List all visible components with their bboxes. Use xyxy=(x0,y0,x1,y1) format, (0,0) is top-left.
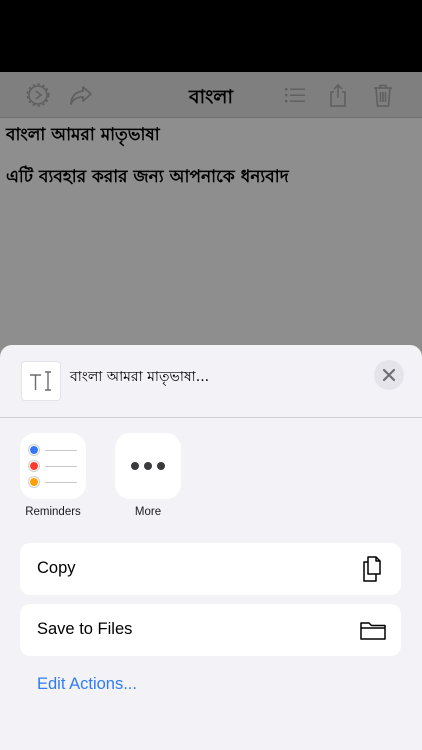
share-app-reminders[interactable]: Reminders xyxy=(8,433,98,518)
copy-action[interactable]: Copy xyxy=(20,543,401,595)
copy-action-label: Copy xyxy=(37,559,76,577)
folder-icon xyxy=(359,616,387,644)
share-app-label: Reminders xyxy=(25,506,81,518)
trash-icon[interactable] xyxy=(370,82,396,108)
list-icon[interactable] xyxy=(282,82,308,108)
more-icon xyxy=(115,433,181,499)
close-icon xyxy=(382,368,396,382)
edit-actions-link[interactable]: Edit Actions... xyxy=(37,675,137,694)
document-line-1: বাংলা আমরা মাতৃভাষা xyxy=(6,125,160,145)
toolbar: বাংলা xyxy=(0,72,422,118)
close-button[interactable] xyxy=(374,360,404,390)
text-document-icon xyxy=(21,361,61,401)
copy-icon xyxy=(359,555,387,583)
share-app-label: More xyxy=(134,506,162,518)
toolbar-title: বাংলা xyxy=(189,86,233,108)
save-to-files-action[interactable]: Save to Files xyxy=(20,604,401,656)
reminders-icon xyxy=(20,433,86,499)
share-preview-title: বাংলা আমরা মাতৃভাষা... xyxy=(70,369,210,385)
share-sheet-header: বাংলা আমরা মাতৃভাষা... xyxy=(0,345,422,418)
export-icon[interactable] xyxy=(325,82,351,108)
share-apps-row: Reminders More xyxy=(0,433,422,523)
document-line-2: এটি ব্যবহার করার জন্য আপনাকে ধন্যবাদ xyxy=(6,167,289,187)
save-to-files-label: Save to Files xyxy=(37,620,133,638)
share-sheet: বাংলা আমরা মাতৃভাষা... Reminders More Co… xyxy=(0,345,422,750)
document-body[interactable]: বাংলা আমরা মাতৃভাষা এটি ব্যবহার করার জন্… xyxy=(6,124,416,208)
status-bar xyxy=(0,0,422,72)
share-app-more[interactable]: More xyxy=(103,433,193,518)
